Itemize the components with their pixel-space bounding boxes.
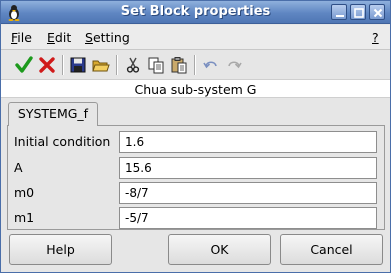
ok-button[interactable]: OK xyxy=(168,234,271,265)
tab-systemg-f[interactable]: SYSTEMG_f xyxy=(8,102,98,126)
m0-label: m0 xyxy=(14,185,35,200)
menu-file[interactable]: File xyxy=(11,30,32,45)
minimize-icon xyxy=(336,15,344,17)
initial-condition-label: Initial condition xyxy=(14,134,111,149)
toolbar-separator xyxy=(116,55,118,75)
copy-icon xyxy=(148,57,164,74)
ok-check-button[interactable] xyxy=(13,54,35,76)
toolbar-separator xyxy=(62,55,64,75)
toolbar xyxy=(1,51,390,79)
menu-setting[interactable]: Setting xyxy=(85,30,130,45)
redo-icon xyxy=(228,61,242,69)
menu-setting-label: etting xyxy=(92,30,130,45)
help-button[interactable]: Help xyxy=(9,234,112,265)
save-button[interactable] xyxy=(67,54,89,76)
menu-setting-accel: S xyxy=(85,30,93,45)
cancel-x-icon xyxy=(39,57,55,73)
initial-condition-field[interactable]: 1.6 xyxy=(119,131,377,153)
parameter-row: Initial condition 1.6 xyxy=(8,131,384,153)
copy-button[interactable] xyxy=(145,54,167,76)
parameter-row: m0 -8/7 xyxy=(8,182,384,204)
block-description: Chua sub-system G xyxy=(1,79,390,98)
menu-file-label: ile xyxy=(17,30,32,45)
open-folder-icon xyxy=(92,60,110,72)
toolbar-separator xyxy=(194,55,196,75)
cancel-x-button[interactable] xyxy=(36,54,58,76)
menu-help[interactable]: ? xyxy=(372,30,379,45)
open-folder-button[interactable] xyxy=(90,54,112,76)
menu-edit[interactable]: Edit xyxy=(47,30,71,45)
cut-button[interactable] xyxy=(122,54,144,76)
a-field[interactable]: 15.6 xyxy=(119,157,377,179)
cut-icon xyxy=(126,57,140,73)
maximize-icon xyxy=(354,8,364,18)
paste-button[interactable] xyxy=(168,54,190,76)
save-icon xyxy=(70,57,86,73)
paste-icon xyxy=(171,57,187,74)
parameters-panel: Initial condition 1.6 A 15.6 m0 -8/7 m1 … xyxy=(7,125,385,230)
menu-edit-accel: E xyxy=(47,30,55,45)
window-title: Set Block properties xyxy=(120,4,271,19)
menu-edit-label: dit xyxy=(54,30,72,45)
cancel-button[interactable]: Cancel xyxy=(280,234,383,265)
dialog-window: Set Block properties File Edit Setting ? xyxy=(0,0,391,273)
parameter-row: A 15.6 xyxy=(8,157,384,179)
minimize-button[interactable] xyxy=(331,4,347,20)
maximize-button[interactable] xyxy=(350,4,366,20)
close-button[interactable] xyxy=(369,4,385,20)
m0-field[interactable]: -8/7 xyxy=(119,182,377,204)
menu-help-accel: ? xyxy=(372,30,379,45)
redo-button[interactable] xyxy=(223,54,245,76)
close-icon xyxy=(373,8,383,18)
ok-check-icon xyxy=(15,56,33,73)
undo-icon xyxy=(203,61,217,69)
a-label: A xyxy=(14,160,23,175)
m1-label: m1 xyxy=(14,210,35,225)
parameter-row: m1 -5/7 xyxy=(8,207,384,229)
undo-button[interactable] xyxy=(200,54,222,76)
menu-bar: File Edit Setting ? xyxy=(1,25,390,50)
title-bar[interactable]: Set Block properties xyxy=(1,1,390,24)
m1-field[interactable]: -5/7 xyxy=(119,207,377,229)
app-logo-icon xyxy=(5,4,23,21)
